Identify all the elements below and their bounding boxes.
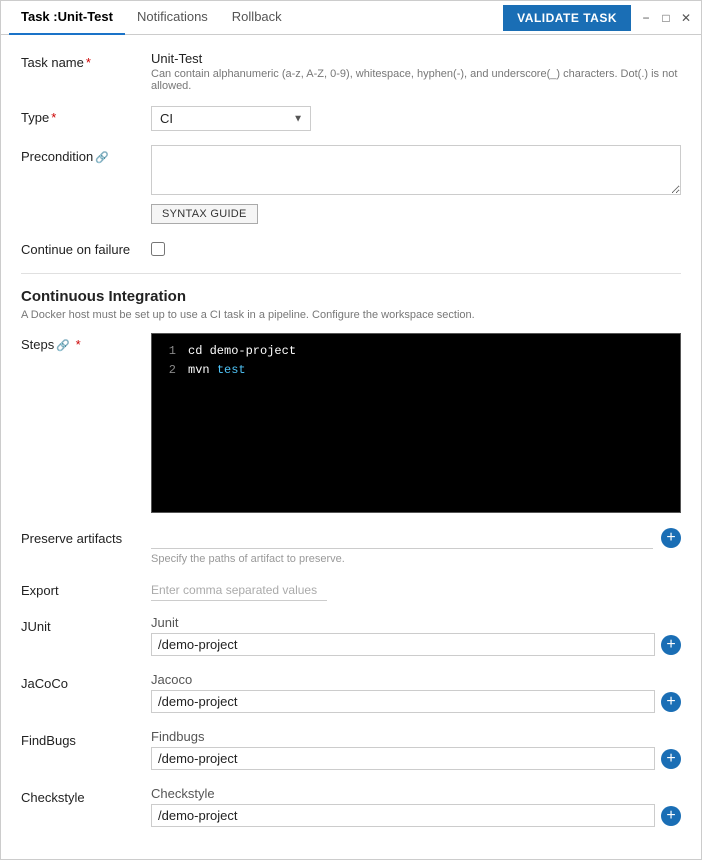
export-row: Export	[21, 579, 681, 601]
task-name-row: Task name* Unit-Test Can contain alphanu…	[21, 51, 681, 92]
jacoco-add-button[interactable]: +	[661, 692, 681, 712]
maximize-icon[interactable]: □	[659, 11, 673, 25]
preserve-artifacts-input[interactable]	[151, 527, 653, 549]
steps-code-editor[interactable]: 1 cd demo-project 2 mvn test	[151, 333, 681, 513]
jacoco-label: JaCoCo	[21, 672, 151, 691]
header-bar: Task :Unit-Test Notifications Rollback V…	[1, 1, 701, 35]
task-name-value: Unit-Test	[151, 51, 681, 66]
export-input[interactable]	[151, 579, 327, 601]
precondition-row: Precondition🔗 SYNTAX GUIDE	[21, 145, 681, 224]
junit-path-row: +	[151, 633, 681, 656]
code-line-1: 1 cd demo-project	[160, 342, 672, 361]
tab-task-name: Unit-Test	[58, 9, 113, 24]
code-content-2: mvn test	[188, 361, 246, 380]
steps-row: Steps🔗 * 1 cd demo-project 2 mvn test	[21, 333, 681, 513]
code-content-1: cd demo-project	[188, 342, 296, 361]
precondition-textarea[interactable]	[151, 145, 681, 195]
content-area: Task name* Unit-Test Can contain alphanu…	[1, 35, 701, 859]
type-select-wrapper: CI ▼	[151, 106, 311, 131]
checkstyle-label: Checkstyle	[21, 786, 151, 805]
export-field	[151, 579, 681, 601]
precondition-label: Precondition🔗	[21, 145, 151, 164]
junit-label: JUnit	[21, 615, 151, 634]
continue-on-failure-label: Continue on failure	[21, 238, 151, 257]
junit-row: JUnit Junit +	[21, 615, 681, 658]
preserve-artifacts-input-row: +	[151, 527, 681, 549]
findbugs-row: FindBugs Findbugs +	[21, 729, 681, 772]
tab-rollback[interactable]: Rollback	[220, 1, 294, 35]
syntax-guide-button[interactable]: SYNTAX GUIDE	[151, 204, 258, 224]
junit-field: Junit +	[151, 615, 681, 658]
checkstyle-path-input[interactable]	[151, 804, 655, 827]
checkstyle-sub-label: Checkstyle	[151, 786, 681, 801]
jacoco-row: JaCoCo Jacoco +	[21, 672, 681, 715]
tab-task-label: Task :	[21, 9, 58, 24]
jacoco-field: Jacoco +	[151, 672, 681, 715]
jacoco-sub-label: Jacoco	[151, 672, 681, 687]
precondition-link-icon[interactable]: 🔗	[95, 152, 109, 164]
task-name-field: Unit-Test Can contain alphanumeric (a-z,…	[151, 51, 681, 92]
type-select[interactable]: CI	[151, 106, 311, 131]
jacoco-path-row: +	[151, 690, 681, 713]
findbugs-path-row: +	[151, 747, 681, 770]
ci-section-title: Continuous Integration	[21, 288, 681, 305]
type-required: *	[51, 110, 56, 125]
tab-notifications-label: Notifications	[137, 9, 208, 24]
junit-path-input[interactable]	[151, 633, 655, 656]
type-field: CI ▼	[151, 106, 681, 131]
tab-task[interactable]: Task :Unit-Test	[9, 1, 125, 35]
checkstyle-row: Checkstyle Checkstyle +	[21, 786, 681, 829]
checkstyle-path-row: +	[151, 804, 681, 827]
junit-sub-label: Junit	[151, 615, 681, 630]
tab-notifications[interactable]: Notifications	[125, 1, 220, 35]
task-name-label: Task name*	[21, 51, 151, 70]
precondition-field: SYNTAX GUIDE	[151, 145, 681, 224]
findbugs-label: FindBugs	[21, 729, 151, 748]
preserve-artifacts-label: Preserve artifacts	[21, 527, 151, 546]
export-label: Export	[21, 579, 151, 598]
code-test-keyword: test	[217, 363, 246, 377]
findbugs-field: Findbugs +	[151, 729, 681, 772]
preserve-artifacts-row: Preserve artifacts + Specify the paths o…	[21, 527, 681, 565]
window-controls: − □ ✕	[639, 11, 693, 25]
minimize-icon[interactable]: −	[639, 11, 653, 25]
steps-label: Steps🔗 *	[21, 333, 151, 352]
section-divider	[21, 273, 681, 274]
continue-on-failure-row: Continue on failure	[21, 238, 681, 259]
checkstyle-field: Checkstyle +	[151, 786, 681, 829]
close-icon[interactable]: ✕	[679, 11, 693, 25]
jacoco-path-input[interactable]	[151, 690, 655, 713]
task-name-hint: Can contain alphanumeric (a-z, A-Z, 0-9)…	[151, 68, 681, 92]
type-row: Type* CI ▼	[21, 106, 681, 131]
continue-on-failure-checkbox[interactable]	[151, 242, 165, 256]
preserve-add-button[interactable]: +	[661, 528, 681, 548]
findbugs-sub-label: Findbugs	[151, 729, 681, 744]
findbugs-path-input[interactable]	[151, 747, 655, 770]
line-num-1: 1	[160, 342, 176, 361]
code-line-2: 2 mvn test	[160, 361, 672, 380]
preserve-artifacts-field: + Specify the paths of artifact to prese…	[151, 527, 681, 565]
steps-field: 1 cd demo-project 2 mvn test	[151, 333, 681, 513]
validate-task-button[interactable]: VALIDATE TASK	[503, 5, 631, 31]
type-label: Type*	[21, 106, 151, 125]
main-window: Task :Unit-Test Notifications Rollback V…	[0, 0, 702, 860]
preserve-hint: Specify the paths of artifact to preserv…	[151, 553, 681, 565]
steps-required: *	[72, 337, 81, 352]
findbugs-add-button[interactable]: +	[661, 749, 681, 769]
steps-link-icon[interactable]: 🔗	[56, 340, 70, 352]
tab-rollback-label: Rollback	[232, 9, 282, 24]
required-indicator: *	[86, 55, 91, 70]
checkstyle-add-button[interactable]: +	[661, 806, 681, 826]
line-num-2: 2	[160, 361, 176, 380]
continue-on-failure-field	[151, 238, 681, 259]
ci-section-hint: A Docker host must be set up to use a CI…	[21, 309, 681, 321]
junit-add-button[interactable]: +	[661, 635, 681, 655]
